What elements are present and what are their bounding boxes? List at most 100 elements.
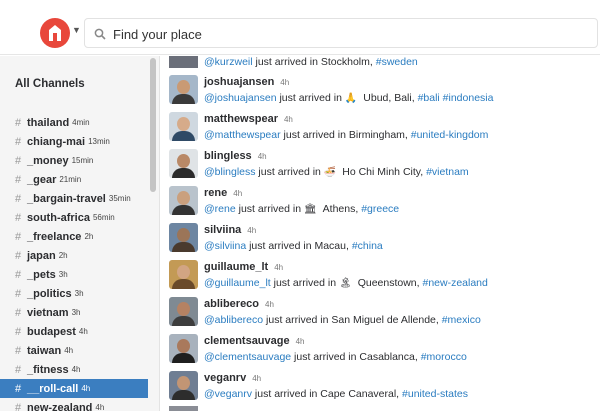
- sidebar-item-channel[interactable]: # taiwan 4h: [0, 341, 148, 360]
- search-bar[interactable]: [84, 18, 598, 48]
- sidebar-item-channel[interactable]: # _pets 3h: [0, 265, 148, 284]
- channel-time: 3h: [58, 270, 68, 279]
- hashtag-link[interactable]: #vietnam: [426, 166, 469, 178]
- avatar[interactable]: [169, 406, 198, 411]
- channel-name: _bargain-travel: [27, 192, 106, 205]
- hashtag-link[interactable]: #united-kingdom: [411, 129, 489, 141]
- sidebar-item-channel[interactable]: # japan 2h: [0, 246, 148, 265]
- channel-time: 4h: [78, 327, 88, 336]
- app-logo-icon[interactable]: [40, 18, 70, 48]
- channel-name: vietnam: [27, 306, 69, 319]
- message-text: @joshuajansen just arrived in 🙏 Ubud, Bal…: [204, 92, 494, 104]
- hash-icon: #: [15, 287, 22, 300]
- hash-icon: #: [15, 211, 22, 224]
- username[interactable]: ablibereco 4h: [204, 298, 274, 310]
- message-text: @ablibereco just arrived in San Miguel d…: [204, 314, 481, 326]
- hashtag-link[interactable]: #sweden: [376, 56, 418, 68]
- username[interactable]: rene 4h: [204, 187, 242, 199]
- avatar[interactable]: [169, 371, 198, 400]
- sidebar-scrollbar[interactable]: [150, 58, 156, 192]
- sidebar-item-channel[interactable]: # thailand 4min: [0, 113, 148, 132]
- hash-icon: #: [15, 325, 22, 338]
- channel-time: 4h: [71, 365, 81, 374]
- sidebar-item-channel[interactable]: # budapest 4h: [0, 322, 148, 341]
- avatar[interactable]: [169, 260, 198, 289]
- username[interactable]: silviina 4h: [204, 224, 256, 236]
- top-bar: ▼: [0, 0, 600, 55]
- channel-list: # thailand 4min # chiang-mai 13min # _money 15mi…: [0, 113, 148, 411]
- hash-icon: #: [15, 344, 22, 357]
- user-mention-link[interactable]: @joshuajansen: [204, 92, 277, 104]
- avatar[interactable]: [169, 334, 198, 363]
- user-mention-link[interactable]: @matthewspear: [204, 129, 281, 141]
- hash-icon: #: [15, 306, 22, 319]
- avatar[interactable]: [169, 149, 198, 178]
- sidebar-item-channel[interactable]: # new-zealand 4h: [0, 398, 148, 411]
- user-mention-link[interactable]: @kurzweil: [204, 56, 253, 68]
- hashtag-link[interactable]: #mexico: [442, 314, 481, 326]
- channel-sidebar: All Channels # thailand 4min # chiang-mai 13m…: [0, 56, 160, 411]
- hash-icon: #: [15, 173, 22, 186]
- avatar[interactable]: [169, 56, 198, 68]
- timestamp: 4h: [265, 300, 274, 309]
- hash-icon: #: [15, 363, 22, 376]
- avatar[interactable]: [169, 112, 198, 141]
- message-item: rene 4h @rene just arrived in 🏛 Athens, #gr…: [160, 185, 600, 222]
- hashtag-link[interactable]: #bali #indonesia: [418, 92, 494, 104]
- user-mention-link[interactable]: @silviina: [204, 240, 246, 252]
- message-text: @matthewspear just arrived in Birmingham…: [204, 129, 489, 141]
- hashtag-link[interactable]: #new-zealand: [422, 277, 487, 289]
- search-input[interactable]: [113, 23, 583, 45]
- channel-name: _politics: [27, 287, 72, 300]
- username[interactable]: veganrv 4h: [204, 372, 261, 384]
- sidebar-item-channel[interactable]: # _politics 3h: [0, 284, 148, 303]
- user-mention-link[interactable]: @guillaume_lt: [204, 277, 271, 289]
- sidebar-item-channel[interactable]: # _fitness 4h: [0, 360, 148, 379]
- message-item: guillaume_lt 4h @guillaume_lt just arrived…: [160, 259, 600, 296]
- sidebar-item-channel[interactable]: # _gear 21min: [0, 170, 148, 189]
- hash-icon: #: [15, 116, 22, 129]
- sidebar-item-channel[interactable]: # _freelance 2h: [0, 227, 148, 246]
- user-mention-link[interactable]: @rene: [204, 203, 236, 215]
- hash-icon: #: [15, 230, 22, 243]
- avatar[interactable]: [169, 186, 198, 215]
- username[interactable]: clementsauvage 4h: [204, 335, 305, 347]
- hashtag-link[interactable]: #united-states: [402, 388, 468, 400]
- message-text: @clementsauvage just arrived in Casablan…: [204, 351, 467, 363]
- avatar[interactable]: [169, 223, 198, 252]
- username[interactable]: matthewspear 4h: [204, 113, 293, 125]
- channel-name: taiwan: [27, 344, 62, 357]
- hashtag-link[interactable]: #china: [352, 240, 383, 252]
- user-mention-link[interactable]: @veganrv: [204, 388, 252, 400]
- username[interactable]: joshuajansen 4h: [204, 76, 289, 88]
- channel-time: 3h: [71, 308, 81, 317]
- sidebar-item-channel[interactable]: # vietnam 3h: [0, 303, 148, 322]
- sidebar-item-channel[interactable]: # _money 15min: [0, 151, 148, 170]
- username[interactable]: blingless 4h: [204, 150, 267, 162]
- avatar[interactable]: [169, 297, 198, 326]
- search-icon: [94, 27, 106, 45]
- user-mention-link[interactable]: @clementsauvage: [204, 351, 291, 363]
- channel-time: 4h: [64, 346, 74, 355]
- sidebar-item-channel[interactable]: # _bargain-travel 35min: [0, 189, 148, 208]
- username[interactable]: guillaume_lt 4h: [204, 261, 283, 273]
- channel-time: 2h: [84, 232, 94, 241]
- channel-name: budapest: [27, 325, 76, 338]
- avatar[interactable]: [169, 75, 198, 104]
- message-text: @silviina just arrived in Macau, #china: [204, 240, 383, 252]
- sidebar-item-channel[interactable]: # chiang-mai 13min: [0, 132, 148, 151]
- hash-icon: #: [15, 268, 22, 281]
- channel-name: __roll-call: [27, 382, 79, 395]
- user-mention-link[interactable]: @blingless: [204, 166, 256, 178]
- hashtag-link[interactable]: #morocco: [421, 351, 467, 363]
- sidebar-item-channel[interactable]: # __roll-call 4h: [0, 379, 148, 398]
- message-text: @rene just arrived in 🏛 Athens, #greece: [204, 203, 400, 215]
- channel-time: 2h: [58, 251, 68, 260]
- place-emoji-icon: 🙏: [344, 93, 358, 104]
- hash-icon: #: [15, 401, 22, 411]
- hashtag-link[interactable]: #greece: [361, 203, 399, 215]
- hash-icon: #: [15, 135, 22, 148]
- chevron-down-icon[interactable]: ▼: [72, 25, 81, 35]
- sidebar-item-channel[interactable]: # south-africa 56min: [0, 208, 148, 227]
- user-mention-link[interactable]: @ablibereco: [204, 314, 263, 326]
